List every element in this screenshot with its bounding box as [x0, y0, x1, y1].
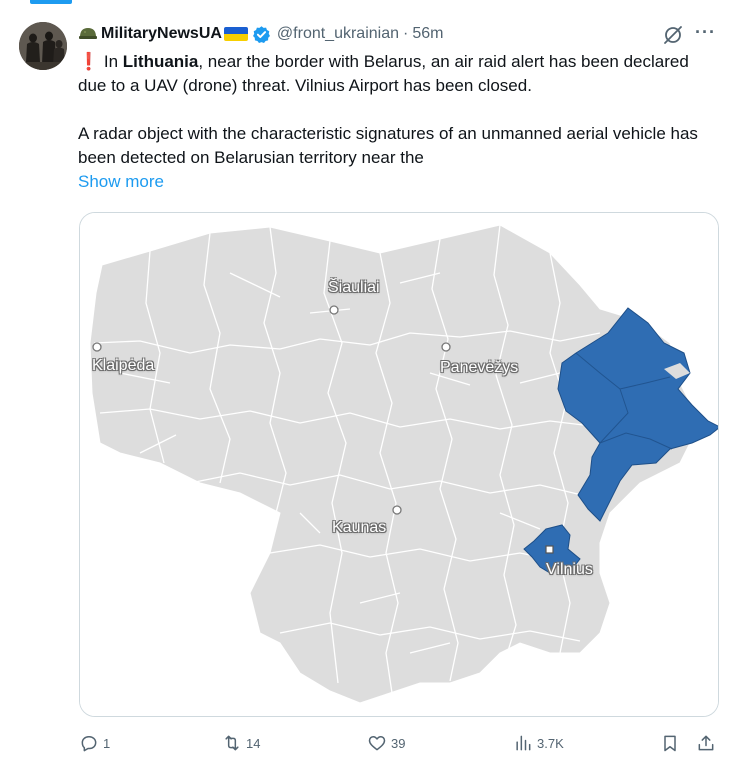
- post-header: MilitaryNewsUA @front_ukrainian · 56m: [78, 22, 443, 46]
- views-button[interactable]: 3.7K: [513, 733, 564, 753]
- city-label-klaipeda: Klaipėda: [92, 357, 155, 374]
- display-name[interactable]: MilitaryNewsUA: [101, 25, 222, 43]
- post-paragraph-2: A radar object with the characteristic s…: [78, 124, 698, 167]
- post-time[interactable]: 56m: [412, 25, 443, 43]
- grok-icon[interactable]: [662, 24, 684, 46]
- exclamation-icon: ❗: [78, 52, 100, 71]
- verified-icon[interactable]: [252, 25, 271, 44]
- repost-icon: [225, 735, 239, 751]
- like-icon: [368, 736, 386, 751]
- helmet-icon: [78, 25, 98, 43]
- klaipeda-marker: [92, 342, 102, 352]
- vilnius-marker: [545, 545, 554, 554]
- siauliai-marker: [329, 305, 339, 315]
- reply-icon: [81, 736, 97, 752]
- more-icon[interactable]: ···: [695, 22, 716, 43]
- views-count: 3.7K: [537, 735, 564, 751]
- bookmark-button[interactable]: [660, 733, 680, 753]
- bookmark-icon: [664, 735, 676, 752]
- ukraine-flag-icon: [223, 27, 248, 41]
- share-button[interactable]: [696, 733, 716, 753]
- views-icon: [516, 735, 531, 751]
- city-label-kaunas: Kaunas: [332, 519, 387, 536]
- panevezys-marker: [441, 342, 451, 352]
- map-image[interactable]: Šiauliai Klaipėda Panevėžys Kaunas Vilni…: [79, 212, 719, 717]
- separator-dot: ·: [403, 25, 409, 42]
- kaunas-marker: [392, 505, 402, 515]
- city-label-siauliai: Šiauliai: [328, 279, 380, 296]
- post-paragraph-1: ❗ In Lithuania, near the border with Bel…: [78, 50, 708, 98]
- city-label-vilnius: Vilnius: [546, 561, 593, 578]
- bold-location: Lithuania: [122, 52, 199, 71]
- avatar[interactable]: [19, 22, 67, 70]
- action-bar: 1 14 39 3.7K: [0, 730, 730, 758]
- avatar-photo: [19, 22, 67, 70]
- show-more-link[interactable]: Show more: [78, 170, 708, 194]
- city-label-panevezys: Panevėžys: [440, 359, 519, 376]
- repost-button[interactable]: 14: [222, 733, 260, 753]
- share-icon: [698, 735, 714, 751]
- post-text: ❗ In Lithuania, near the border with Bel…: [78, 50, 708, 194]
- lithuania-map: [80, 213, 718, 716]
- reply-count: 1: [103, 735, 111, 751]
- user-handle[interactable]: @front_ukrainian: [277, 25, 399, 43]
- top-accent-bar: [30, 0, 72, 4]
- like-count: 39: [391, 735, 406, 751]
- like-button[interactable]: 39: [367, 733, 405, 753]
- text-fragment: In: [99, 52, 123, 71]
- reply-button[interactable]: 1: [79, 733, 110, 753]
- repost-count: 14: [246, 735, 261, 751]
